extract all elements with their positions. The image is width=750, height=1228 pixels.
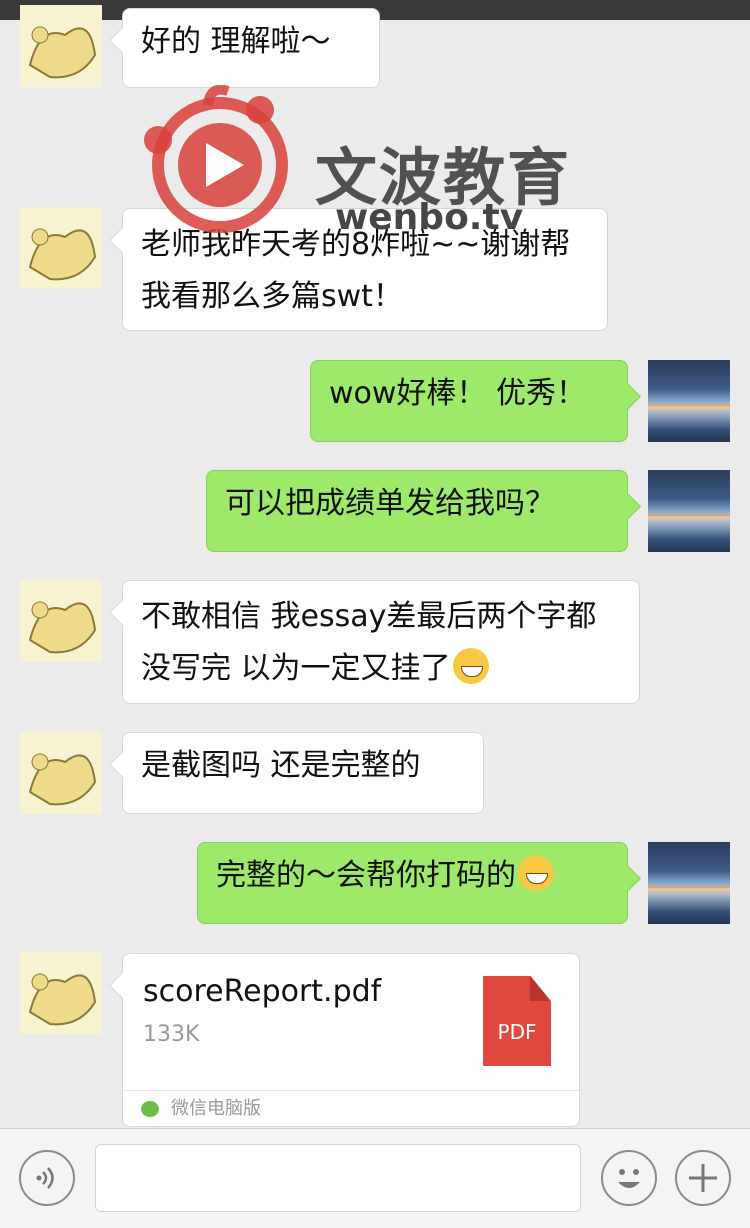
chat-input-bar [0,1128,750,1228]
grinning-emoji-icon [518,855,554,891]
file-message-card[interactable]: scoreReport.pdf 133K PDF 微信电脑版 [122,953,580,1127]
my-avatar[interactable] [648,360,730,442]
message-text: 可以把成绩单发给我吗？ [225,486,555,521]
contact-avatar[interactable] [20,5,102,87]
message-input[interactable] [95,1144,581,1212]
file-name: scoreReport.pdf [143,974,382,1009]
voice-button[interactable] [19,1150,75,1206]
message-bubble[interactable]: 可以把成绩单发给我吗？ [206,470,628,552]
message-text: 不敢相信 我essay差最后两个字都没写完 以为一定又挂了 [141,599,597,686]
message-bubble[interactable]: 不敢相信 我essay差最后两个字都没写完 以为一定又挂了 [122,580,640,704]
message-text: 老师我昨天考的8炸啦~~谢谢帮我看那么多篇swt！ [141,227,571,314]
file-source-label: 微信电脑版 [171,1098,261,1119]
file-source-footer: 微信电脑版 [123,1090,579,1126]
message-bubble[interactable]: 老师我昨天考的8炸啦~~谢谢帮我看那么多篇swt！ [122,208,608,331]
plus-icon [689,1164,717,1192]
file-size: 133K [143,1022,200,1047]
contact-avatar[interactable] [20,732,102,814]
message-bubble[interactable]: 是截图吗 还是完整的 [122,732,484,814]
watermark-brand: 文波教育 [315,141,572,214]
my-avatar[interactable] [648,470,730,552]
voice-icon [36,1167,54,1189]
plus-button[interactable] [675,1150,731,1206]
contact-avatar[interactable] [20,580,102,662]
wechat-icon [141,1101,159,1117]
message-bubble[interactable]: wow好棒！ 优秀！ [310,360,628,442]
message-bubble[interactable]: 完整的～会帮你打码的 [197,842,628,924]
pdf-icon-label: PDF [497,1020,537,1044]
message-bubble[interactable]: 好的 理解啦～ [122,8,380,88]
my-avatar[interactable] [648,842,730,924]
pdf-file-icon: PDF [483,976,551,1066]
message-text: 完整的～会帮你打码的 [216,858,516,893]
emoji-icon [618,1169,640,1188]
message-text: 是截图吗 还是完整的 [141,748,421,783]
message-text: wow好棒！ 优秀！ [329,376,586,411]
message-text: 好的 理解啦～ [141,24,331,59]
laughing-emoji-icon [452,648,489,684]
emoji-button[interactable] [601,1150,657,1206]
contact-avatar[interactable] [20,952,102,1034]
contact-avatar[interactable] [20,207,102,289]
